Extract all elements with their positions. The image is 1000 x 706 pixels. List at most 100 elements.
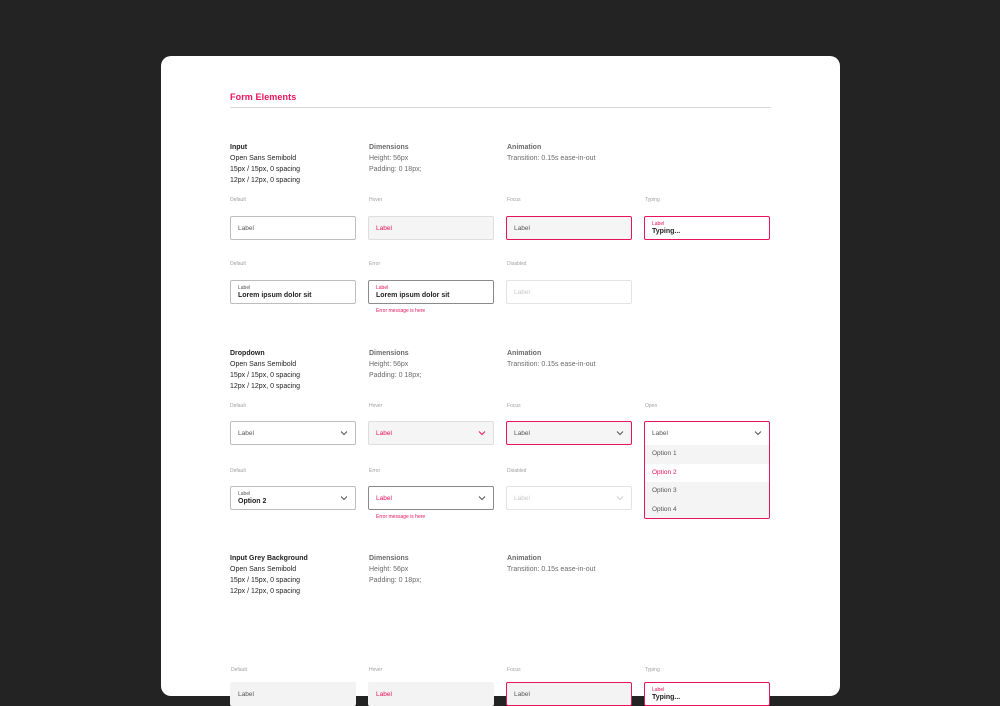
chevron-down-icon[interactable] [616,430,624,436]
chevron-down-icon[interactable] [340,430,348,436]
grey-input-default[interactable]: Label [230,682,356,706]
dropdown-option[interactable]: Option 4 [645,500,769,518]
state-label-error: Error [369,468,381,474]
grey-padding: Padding: 0 18px; [369,577,422,584]
input-floating-label: Label [652,687,665,693]
dropdown-spec-size-2: 12px / 12px, 0 spacing [230,383,301,390]
state-label-focus: Focus [507,667,521,673]
input-value: Lorem ipsum dolor sit [238,292,312,299]
grey-spec-animation: Animation Transition: 0.15s ease-in-out [507,553,595,575]
grey-input-hover[interactable]: Label [368,682,494,706]
dropdown-default[interactable]: Label [230,421,356,445]
input-placeholder: Label [238,225,254,232]
input-floating-label: Label [652,221,665,227]
grey-spec-name: Input Grey Background [230,555,308,562]
input-placeholder: Label [376,691,392,698]
input-spec-dimensions: Dimensions Height: 56px Padding: 0 18px; [369,142,422,175]
input-placeholder: Label [376,225,392,232]
state-label-error: Error [369,261,381,267]
input-error[interactable]: Label Lorem ipsum dolor sit [368,280,494,304]
input-transition: Transition: 0.15s ease-in-out [507,155,596,162]
state-label-disabled: Disabled [507,261,527,267]
grey-height: Height: 56px [369,566,409,573]
input-placeholder: Label [238,691,254,698]
input-spec-name: Input [230,144,248,151]
chevron-down-icon [616,496,624,501]
title-divider [230,107,771,108]
chevron-down-icon[interactable] [478,430,486,436]
state-label-default: Default [231,667,247,673]
dropdown-option[interactable]: Option 3 [645,482,769,501]
grey-spec-dimensions: Dimensions Height: 56px Padding: 0 18px; [369,553,422,586]
dropdown-transition: Transition: 0.15s ease-in-out [507,361,596,368]
input-value: Typing... [652,694,681,701]
dropdown-placeholder: Label [376,495,392,502]
dropdown-placeholder: Label [514,495,530,502]
dropdown-error-message: Error message is here [376,514,426,520]
dropdown-header[interactable]: Label [645,422,769,446]
dropdown-animation-title: Animation [507,350,542,357]
state-label-default: Default [230,468,246,474]
dropdown-dimensions-title: Dimensions [369,350,409,357]
state-label-open: Open [645,403,658,409]
input-focus[interactable]: Label [506,216,632,240]
chevron-down-icon[interactable] [340,495,348,501]
grey-input-typing[interactable]: Label Typing... [644,682,770,706]
dropdown-focus[interactable]: Label [506,421,632,445]
chevron-down-icon[interactable] [754,430,762,436]
dropdown-placeholder: Label [514,430,530,437]
state-label-hover: Hover [369,667,383,673]
dropdown-spec-dimensions: Dimensions Height: 56px Padding: 0 18px; [369,348,422,381]
input-height: Height: 56px [369,155,409,162]
input-floating-label: Label [238,285,251,291]
input-animation-title: Animation [507,144,542,151]
grey-spec-font: Open Sans Semibold [230,566,297,573]
input-spec-font: Open Sans Semibold [230,155,297,162]
state-label-typing: Typing [645,197,660,203]
state-label-hover: Hover [369,403,383,409]
dropdown-floating-label: Label [238,491,251,497]
input-padding: Padding: 0 18px; [369,166,422,173]
input-typing[interactable]: Label Typing... [644,216,770,240]
grey-transition: Transition: 0.15s ease-in-out [507,566,596,573]
state-label-focus: Focus [507,403,521,409]
grey-dimensions-title: Dimensions [369,555,409,562]
dropdown-option[interactable]: Option 1 [645,445,769,464]
input-dimensions-title: Dimensions [369,144,409,151]
input-value: Typing... [652,228,681,235]
input-spec-size-1: 15px / 15px, 0 spacing [230,166,301,173]
input-disabled: Label [506,280,632,304]
input-placeholder: Label [514,691,530,698]
state-label-focus: Focus [507,197,521,203]
dropdown-spec-name: Dropdown [230,350,265,357]
state-label-default: Default [230,261,246,267]
dropdown-placeholder: Label [376,430,392,437]
input-spec-animation: Animation Transition: 0.15s ease-in-out [507,142,595,164]
state-label-disabled: Disabled [507,468,527,474]
style-guide-sheet: Form Elements Input Open Sans Semibold 1… [161,56,840,706]
dropdown-padding: Padding: 0 18px; [369,372,422,379]
dropdown-filled[interactable]: Label Option 2 [230,486,356,510]
dropdown-spec-animation: Animation Transition: 0.15s ease-in-out [507,348,595,370]
dropdown-hover[interactable]: Label [368,421,494,445]
input-value: Lorem ipsum dolor sit [376,292,450,299]
dropdown-error[interactable]: Label [368,486,494,510]
state-label-typing: Typing [645,667,660,673]
state-label-hover: Hover [369,197,383,203]
input-filled[interactable]: Label Lorem ipsum dolor sit [230,280,356,304]
dropdown-open[interactable]: Label Option 1 Option 2 Option 3 Option … [644,421,770,519]
dropdown-spec-font: Open Sans Semibold [230,361,297,368]
grey-spec-size-2: 12px / 12px, 0 spacing [230,588,301,595]
dropdown-option-selected[interactable]: Option 2 [645,463,769,482]
dropdown-spec-size-1: 15px / 15px, 0 spacing [230,372,301,379]
input-default[interactable]: Label [230,216,356,240]
input-floating-label: Label [376,285,389,291]
grey-spec-typography: Input Grey Background Open Sans Semibold… [230,553,308,597]
dropdown-value: Option 2 [238,498,267,505]
input-hover[interactable]: Label [368,216,494,240]
dropdown-placeholder: Label [652,430,668,437]
chevron-down-icon[interactable] [478,495,486,501]
input-error-message: Error message is here [376,308,426,314]
state-label-default: Default [230,403,246,409]
grey-input-focus[interactable]: Label [506,682,632,706]
